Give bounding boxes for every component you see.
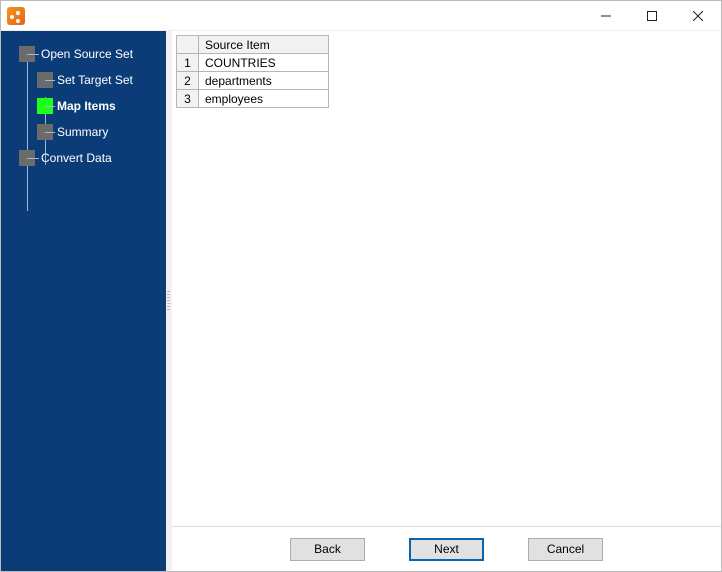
step-label: Open Source Set [41, 47, 133, 61]
cell-source-item[interactable]: departments [199, 72, 329, 90]
table-row[interactable]: 1 COUNTRIES [177, 54, 329, 72]
content-area: Source Item 1 COUNTRIES 2 departments [172, 31, 721, 527]
back-button[interactable]: Back [290, 538, 365, 561]
cell-source-item[interactable]: employees [199, 90, 329, 108]
source-items-table[interactable]: Source Item 1 COUNTRIES 2 departments [176, 35, 329, 108]
column-header-source-item[interactable]: Source Item [199, 36, 329, 54]
step-summary[interactable]: Summary [1, 119, 166, 145]
step-label: Set Target Set [57, 73, 133, 87]
app-icon [7, 7, 25, 25]
step-label: Map Items [57, 99, 116, 113]
close-button[interactable] [675, 1, 721, 31]
table-row[interactable]: 3 employees [177, 90, 329, 108]
step-label: Convert Data [41, 151, 112, 165]
step-convert-data[interactable]: Convert Data [1, 145, 166, 171]
table-row[interactable]: 2 departments [177, 72, 329, 90]
next-button[interactable]: Next [409, 538, 484, 561]
step-set-target-set[interactable]: Set Target Set [1, 67, 166, 93]
cell-source-item[interactable]: COUNTRIES [199, 54, 329, 72]
minimize-button[interactable] [583, 1, 629, 31]
splitter[interactable] [166, 31, 172, 571]
titlebar [1, 1, 721, 31]
cancel-button[interactable]: Cancel [528, 538, 603, 561]
step-open-source-set[interactable]: Open Source Set [1, 41, 166, 67]
step-map-items[interactable]: Map Items [1, 93, 166, 119]
wizard-sidebar: Open Source Set Set Target Set Map Items… [1, 31, 166, 571]
row-number[interactable]: 3 [177, 90, 199, 108]
row-number[interactable]: 1 [177, 54, 199, 72]
table-corner[interactable] [177, 36, 199, 54]
step-label: Summary [57, 125, 108, 139]
footer: Back Next Cancel [172, 527, 721, 571]
row-number[interactable]: 2 [177, 72, 199, 90]
maximize-button[interactable] [629, 1, 675, 31]
